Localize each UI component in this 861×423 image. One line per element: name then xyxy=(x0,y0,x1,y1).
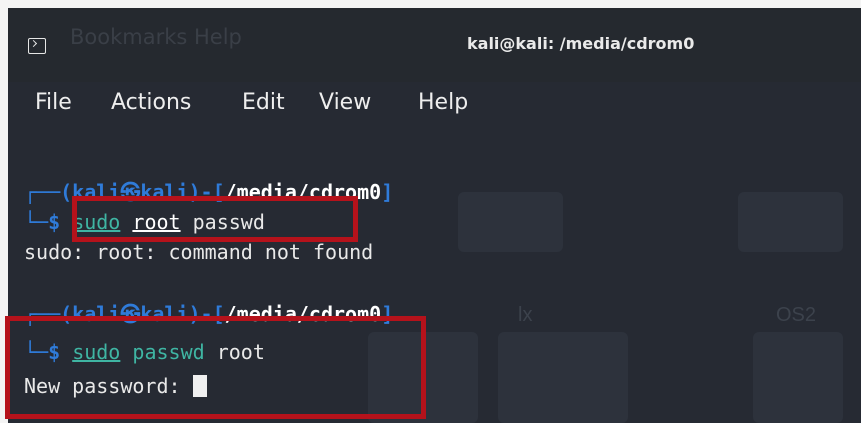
menu-view[interactable]: View xyxy=(319,90,371,115)
menu-actions[interactable]: Actions xyxy=(111,90,191,115)
title-bar: Bookmarks Help kali@kali: /media/cdrom0 xyxy=(8,8,861,82)
highlight-box-correct-command xyxy=(5,316,426,419)
prompt-corner: ┌──( xyxy=(24,180,73,204)
highlight-box-wrong-command xyxy=(72,196,358,242)
background-menu-text: Bookmarks Help xyxy=(70,25,242,49)
background-tile xyxy=(753,332,843,423)
background-tile xyxy=(738,192,843,252)
prompt-close: ] xyxy=(381,180,394,204)
prompt-corner: └─ xyxy=(24,210,49,234)
background-tile xyxy=(458,192,563,252)
terminal-icon[interactable] xyxy=(28,38,46,54)
menu-help[interactable]: Help xyxy=(418,90,468,115)
prompt-dollar: $ xyxy=(48,210,61,234)
error-output: sudo: root: command not found xyxy=(24,240,374,264)
background-text: OS2 xyxy=(776,304,817,326)
menu-file[interactable]: File xyxy=(35,90,72,115)
window-title: kali@kali: /media/cdrom0 xyxy=(467,34,695,53)
background-text: lx xyxy=(518,304,533,326)
menu-bar: File Actions Edit View Help xyxy=(8,82,861,132)
menu-edit[interactable]: Edit xyxy=(242,90,285,115)
background-tile xyxy=(498,332,628,423)
